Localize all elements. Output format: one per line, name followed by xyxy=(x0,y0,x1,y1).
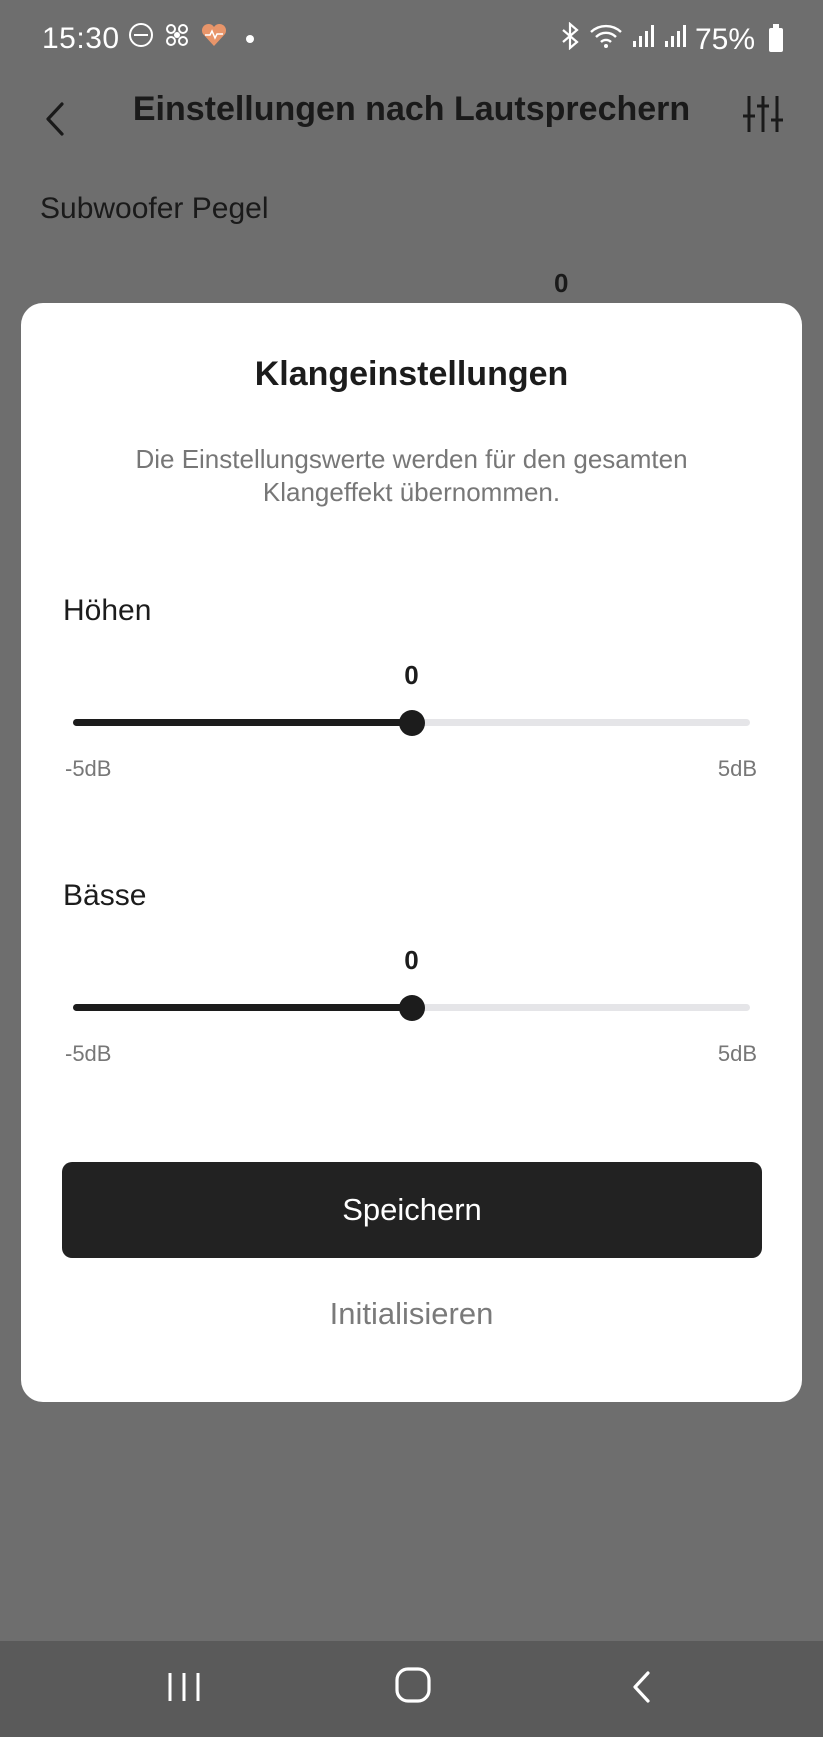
dialog-title: Klangeinstellungen xyxy=(254,355,569,393)
dialog-description-line2: Klangeffekt übernommen. xyxy=(262,477,561,507)
treble-max-label: 5dB xyxy=(717,756,757,781)
bass-slider-thumb[interactable] xyxy=(398,995,425,1021)
dialog-description: Die Einstellungswerte werden für den ges… xyxy=(81,443,742,509)
status-time: 15:30 xyxy=(42,22,120,55)
battery-icon xyxy=(769,24,783,52)
bass-slider-fill xyxy=(73,1004,412,1011)
home-button[interactable] xyxy=(393,1665,433,1705)
recents-icon xyxy=(168,1673,200,1701)
navigation-bar xyxy=(0,1641,823,1737)
bass-min-label: -5dB xyxy=(65,1041,112,1066)
dialog-description-line1: Die Einstellungswerte werden für den ges… xyxy=(135,444,688,474)
bass-label: Bässe xyxy=(63,879,147,912)
app-bar: Einstellungen nach Lautsprechern xyxy=(0,80,823,180)
initialize-button[interactable]: Initialisieren xyxy=(21,1296,802,1332)
equalizer-button[interactable] xyxy=(741,92,785,136)
app-notification-icon xyxy=(128,22,154,56)
subwoofer-level-value: 0 xyxy=(554,268,569,298)
bluetooth-icon xyxy=(559,21,581,58)
home-icon xyxy=(395,1667,431,1703)
treble-value: 0 xyxy=(404,660,419,690)
treble-min-label: -5dB xyxy=(65,756,112,781)
treble-slider-fill xyxy=(73,719,412,726)
back-icon xyxy=(633,1671,650,1703)
save-button[interactable]: Speichern xyxy=(62,1162,762,1258)
signal-icon xyxy=(663,23,687,57)
wifi-icon xyxy=(589,23,623,57)
heart-rate-icon xyxy=(200,22,228,56)
sound-settings-dialog: Klangeinstellungen Die Einstellungswerte… xyxy=(21,303,802,1402)
equalizer-icon xyxy=(743,96,783,132)
fan-icon xyxy=(164,22,190,56)
signal-icon xyxy=(631,23,655,57)
bass-value: 0 xyxy=(404,945,419,975)
subwoofer-level-label: Subwoofer Pegel xyxy=(40,192,269,225)
recents-button[interactable] xyxy=(164,1667,204,1707)
treble-label: Höhen xyxy=(63,594,152,627)
status-dot-icon xyxy=(246,35,254,43)
treble-slider-thumb[interactable] xyxy=(398,710,425,736)
status-bar: 15:30 75% xyxy=(0,0,823,80)
status-left-icons xyxy=(128,22,254,56)
bass-max-label: 5dB xyxy=(717,1041,757,1066)
nav-back-button[interactable] xyxy=(628,1667,658,1707)
status-right: 75% xyxy=(559,21,783,58)
battery-percent: 75% xyxy=(694,23,755,56)
page-title: Einstellungen nach Lautsprechern xyxy=(132,90,691,128)
